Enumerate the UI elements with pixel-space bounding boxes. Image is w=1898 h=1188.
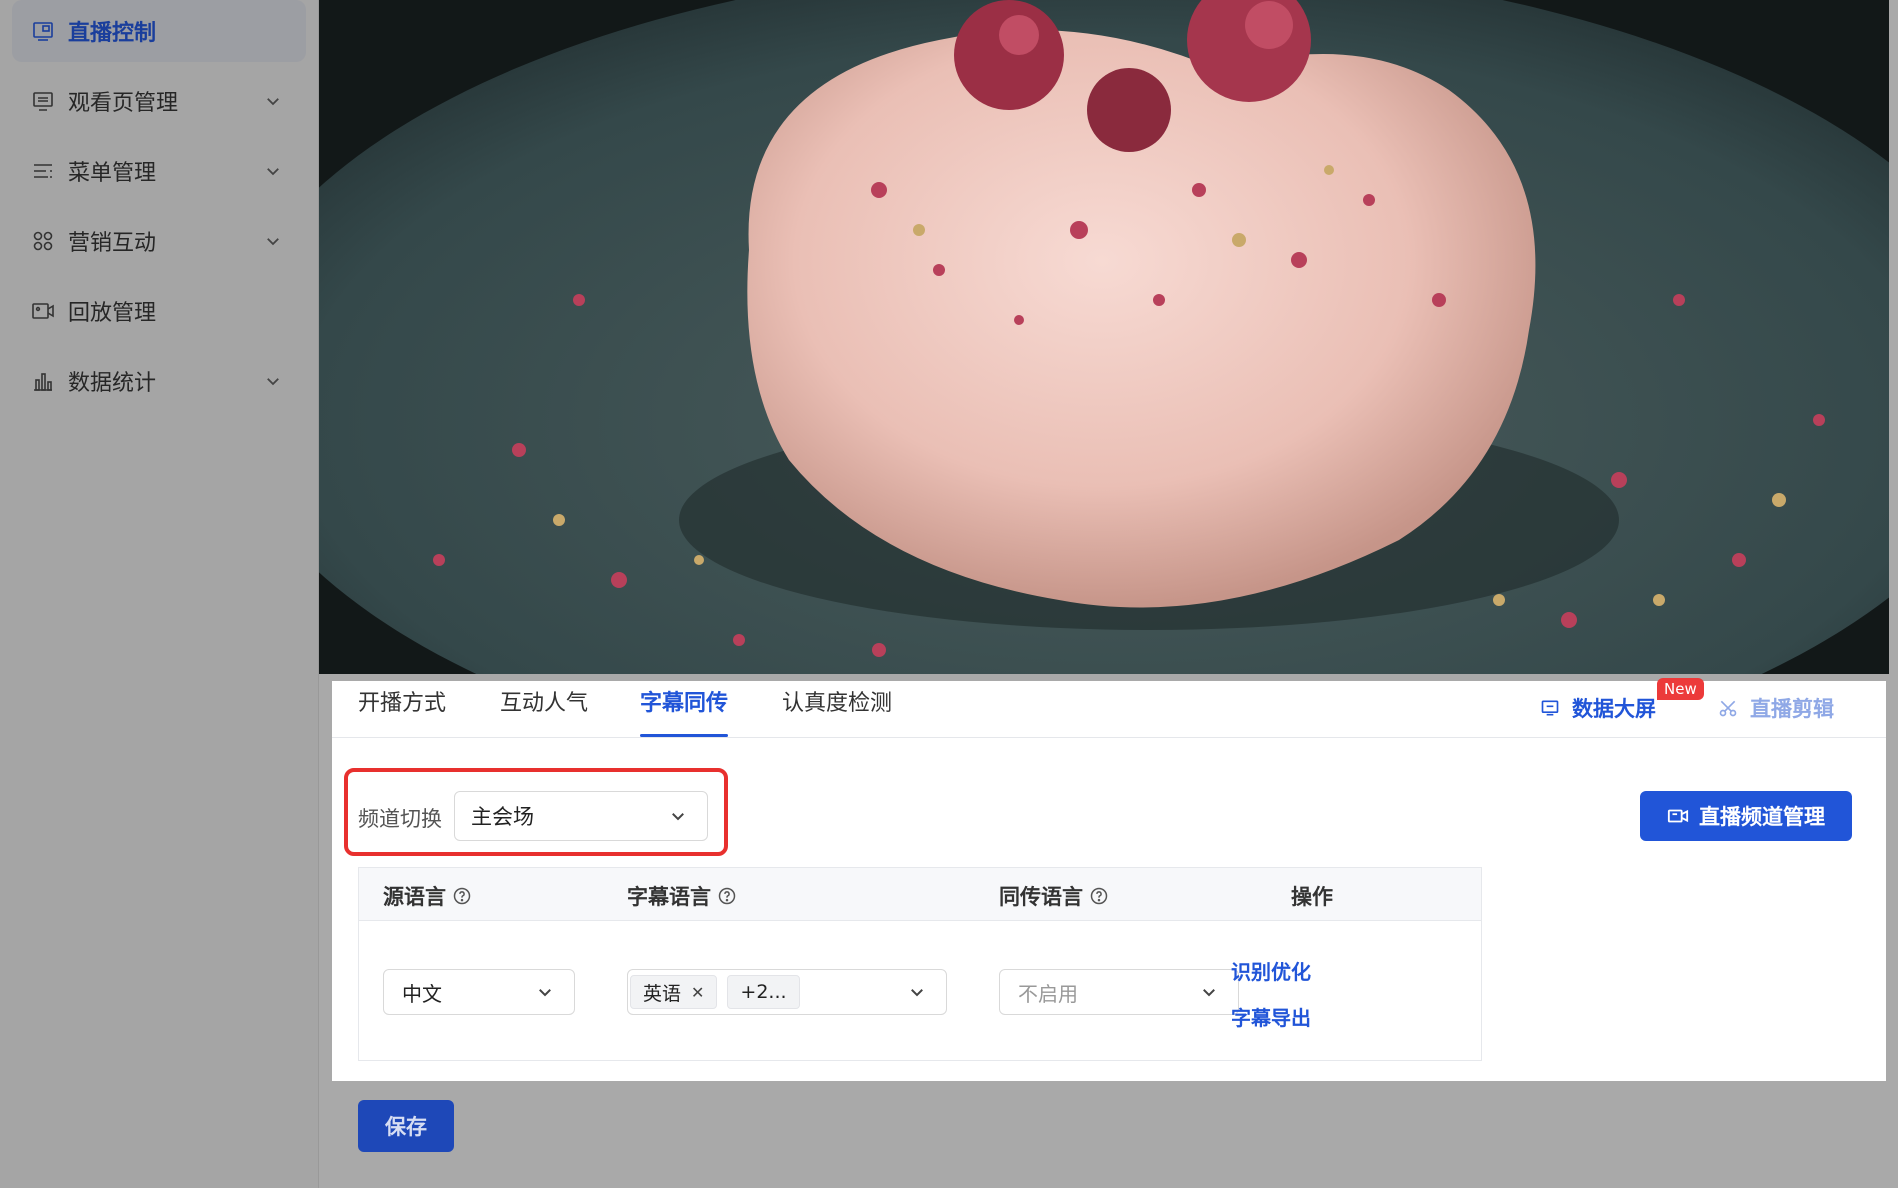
sidebar-item-playback[interactable]: 回放管理	[12, 280, 306, 342]
new-badge: New	[1657, 678, 1704, 700]
header-label: 操作	[1291, 885, 1333, 909]
sidebar-item-marketing[interactable]: 营销互动	[12, 210, 306, 272]
chevron-down-icon	[267, 378, 279, 386]
data-screen-label: 数据大屏	[1572, 697, 1656, 721]
more-tags-indicator: +2...	[727, 975, 800, 1009]
channel-select[interactable]: 主会场	[454, 791, 708, 841]
header-actions: 操作	[1291, 881, 1333, 911]
sidebar-item-label: 观看页管理	[68, 91, 179, 116]
language-tag: 英语 ✕	[630, 975, 718, 1009]
video-camera-icon	[1667, 809, 1689, 823]
channel-select-value: 主会场	[471, 805, 534, 829]
bar-chart-icon	[30, 368, 56, 394]
help-icon[interactable]	[452, 886, 472, 906]
sidebar-item-label: 直播控制	[68, 21, 157, 46]
tag-label: 英语	[643, 982, 682, 1005]
tab-attention-check[interactable]: 认真度检测	[782, 691, 892, 735]
recognition-optimize-link[interactable]: 识别优化	[1231, 956, 1311, 985]
sidebar-item-label: 营销互动	[68, 231, 157, 256]
sidebar-item-label: 数据统计	[68, 371, 157, 396]
marketing-grid-icon	[30, 228, 56, 254]
live-control-icon	[30, 18, 56, 44]
tab-bar: 开播方式 互动人气 字幕同传 认真度检测 数据大屏 New 直播剪辑	[332, 678, 1886, 738]
sidebar-item-label: 菜单管理	[68, 161, 157, 186]
chevron-down-icon	[267, 98, 279, 106]
dessert-video-frame	[319, 0, 1889, 674]
scissors-icon	[1719, 700, 1737, 717]
channel-switch-label: 频道切换	[358, 807, 442, 831]
chevron-down-icon	[539, 989, 551, 997]
header-source-language: 源语言	[383, 881, 472, 911]
sidebar-item-label: 回放管理	[68, 301, 157, 326]
language-table: 源语言 字幕语言 同传语言 操作 中文 英语 ✕ +2... 不启用 识别优化 …	[358, 867, 1482, 1061]
watch-page-icon	[30, 88, 56, 114]
tab-broadcast-mode[interactable]: 开播方式	[358, 691, 446, 735]
sidebar-item-menu[interactable]: 菜单管理	[12, 140, 306, 202]
live-video-preview[interactable]	[319, 0, 1889, 674]
subtitle-settings-panel: 开播方式 互动人气 字幕同传 认真度检测 数据大屏 New 直播剪辑 频道切换 …	[332, 678, 1886, 1081]
save-button[interactable]: 保存	[358, 1100, 454, 1152]
chevron-down-icon	[672, 813, 684, 821]
chevron-down-icon	[267, 238, 279, 246]
help-icon[interactable]	[1089, 886, 1109, 906]
chevron-down-icon	[911, 989, 923, 997]
help-icon[interactable]	[717, 886, 737, 906]
sidebar: 直播控制 观看页管理 菜单管理 营销互动 回放管理 数据统计	[0, 0, 319, 1188]
header-subtitle-language: 字幕语言	[627, 881, 737, 911]
live-clip-label: 直播剪辑	[1750, 697, 1834, 721]
monitor-icon	[1541, 700, 1559, 716]
header-label: 源语言	[383, 885, 446, 909]
live-clip-link[interactable]: 直播剪辑	[1718, 693, 1834, 723]
interpretation-language-select[interactable]: 不启用	[999, 969, 1239, 1015]
sidebar-item-live-control[interactable]: 直播控制	[12, 0, 306, 62]
header-label: 同传语言	[999, 885, 1083, 909]
sidebar-item-statistics[interactable]: 数据统计	[12, 350, 306, 412]
source-language-select[interactable]: 中文	[383, 969, 575, 1015]
chevron-down-icon	[267, 168, 279, 176]
tab-subtitle-interpretation[interactable]: 字幕同传	[640, 691, 729, 737]
tag-label: +2...	[740, 981, 787, 1003]
menu-list-icon	[30, 158, 56, 184]
playback-video-icon	[30, 298, 56, 324]
close-icon[interactable]: ✕	[691, 983, 704, 1002]
header-interpretation-language: 同传语言	[999, 881, 1109, 911]
sidebar-item-watch-page[interactable]: 观看页管理	[12, 70, 306, 132]
table-header: 源语言 字幕语言 同传语言 操作	[359, 868, 1481, 921]
channel-management-button[interactable]: 直播频道管理	[1640, 791, 1852, 841]
subtitle-export-link[interactable]: 字幕导出	[1231, 1002, 1311, 1031]
header-label: 字幕语言	[627, 885, 711, 909]
chevron-down-icon	[1203, 989, 1215, 997]
channel-management-label: 直播频道管理	[1699, 805, 1825, 829]
tab-interaction-popularity[interactable]: 互动人气	[500, 691, 588, 735]
data-screen-link[interactable]: 数据大屏	[1540, 693, 1656, 723]
source-language-value: 中文	[402, 981, 442, 1006]
subtitle-language-select[interactable]: 英语 ✕ +2...	[627, 969, 947, 1015]
interpretation-language-value: 不启用	[1018, 981, 1078, 1006]
